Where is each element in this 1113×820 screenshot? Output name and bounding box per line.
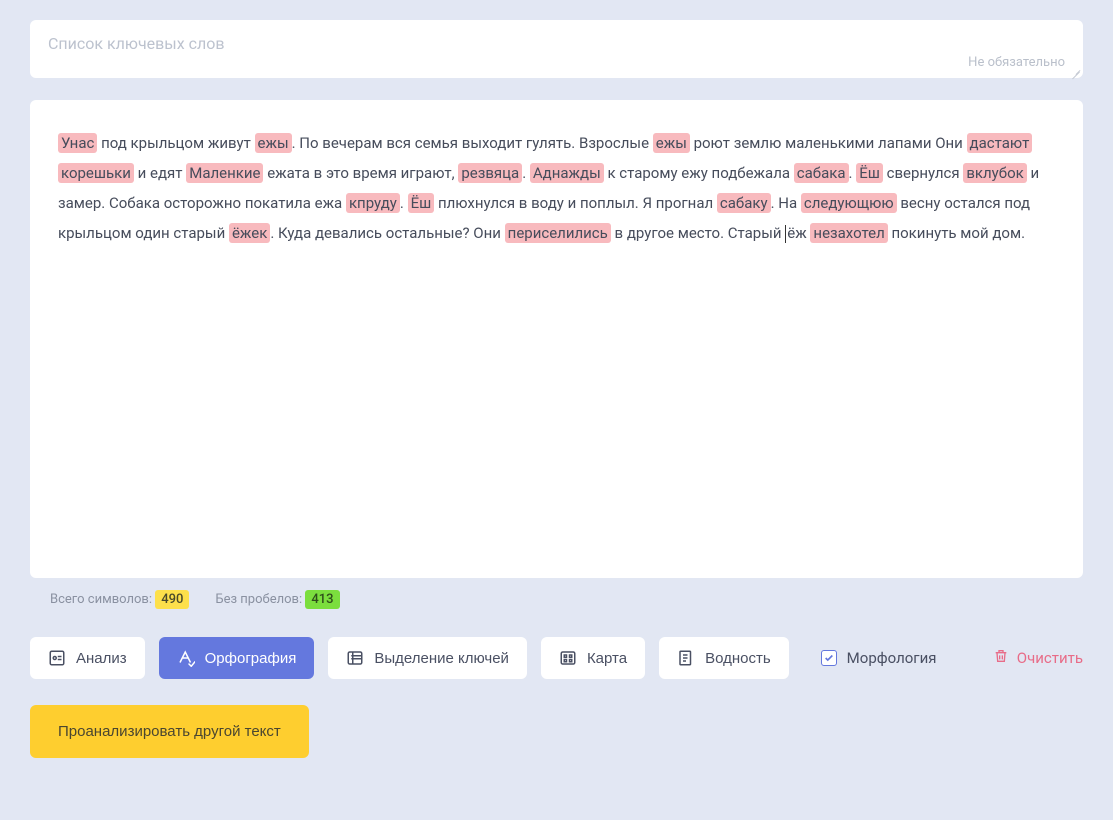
spelling-highlight[interactable]: следующюю: [801, 193, 897, 213]
resize-handle-icon[interactable]: [1071, 66, 1081, 76]
spelling-highlight[interactable]: Унас: [58, 133, 97, 153]
text-run: .: [400, 194, 408, 212]
text-run: .: [522, 164, 530, 182]
stat-nospaces: Без пробелов: 413: [215, 592, 339, 607]
spelling-highlight[interactable]: Ёш: [856, 163, 883, 183]
water-label: Водность: [705, 650, 771, 667]
keywords-input[interactable]: Список ключевых слов Не обязательно: [30, 20, 1083, 78]
text-run: в другое место. Старый: [611, 224, 785, 242]
spelling-highlight[interactable]: ёжек: [229, 223, 270, 243]
keys-icon: [346, 649, 364, 667]
spelling-highlight[interactable]: незахотел: [810, 223, 887, 243]
spelling-highlight[interactable]: Ёш: [408, 193, 435, 213]
spelling-label: Орфография: [205, 650, 297, 667]
map-button[interactable]: Карта: [541, 637, 645, 679]
water-button[interactable]: Водность: [659, 637, 789, 679]
text-run: к старому ежу подбежала: [604, 164, 794, 182]
text-run: плюхнулся в воду и поплыл. Я прогнал: [434, 194, 717, 212]
spelling-highlight[interactable]: ежы: [653, 133, 690, 153]
text-run: и едят: [134, 164, 186, 182]
keys-button[interactable]: Выделение ключей: [328, 637, 527, 679]
spelling-highlight[interactable]: Маленкие: [186, 163, 263, 183]
text-run: роют землю маленькими лапами Они: [690, 134, 967, 152]
text-run: ежата в это время играют,: [263, 164, 458, 182]
spelling-highlight[interactable]: дастают: [967, 133, 1033, 153]
analyze-other-button[interactable]: Проанализировать другой текст: [30, 705, 309, 758]
spelling-highlight[interactable]: вклубок: [963, 163, 1026, 183]
toolbar: Анализ Орфография Выделение ключей Карта…: [30, 637, 1083, 679]
clear-button[interactable]: Очистить: [993, 648, 1083, 668]
map-label: Карта: [587, 650, 627, 667]
spelling-highlight[interactable]: периселились: [505, 223, 611, 243]
spelling-highlight[interactable]: сабака: [794, 163, 849, 183]
keywords-placeholder: Список ключевых слов: [48, 34, 225, 53]
text-content-panel[interactable]: Унас под крыльцом живут ежы. По вечерам …: [30, 100, 1083, 578]
text-run: . По вечерам вся семья выходит гулять. В…: [292, 134, 653, 152]
trash-icon: [993, 648, 1009, 668]
spelling-highlight[interactable]: резвяца: [458, 163, 522, 183]
analysis-label: Анализ: [76, 650, 127, 667]
text-run: покинуть мой дом.: [888, 224, 1025, 242]
text-run: ёж: [787, 224, 810, 242]
text-run: . На: [771, 194, 801, 212]
stat-total-label: Всего символов:: [50, 592, 152, 607]
checkbox-checked-icon: [821, 650, 837, 666]
map-icon: [559, 649, 577, 667]
analysis-icon: [48, 649, 66, 667]
stats-row: Всего символов: 490 Без пробелов: 413: [30, 592, 1083, 607]
text-run: под крыльцом живут: [97, 134, 254, 152]
stat-nospaces-label: Без пробелов:: [215, 592, 302, 607]
spelling-button[interactable]: Орфография: [159, 637, 315, 679]
clear-label: Очистить: [1017, 649, 1083, 667]
stat-total-value: 490: [155, 590, 189, 609]
stat-nospaces-value: 413: [305, 590, 339, 609]
spelling-icon: [177, 649, 195, 667]
spelling-highlight[interactable]: сабаку: [717, 193, 771, 213]
keywords-optional-label: Не обязательно: [968, 55, 1065, 70]
text-run: . Куда девались остальные? Они: [270, 224, 504, 242]
keys-label: Выделение ключей: [374, 650, 509, 667]
analysis-button[interactable]: Анализ: [30, 637, 145, 679]
spelling-highlight[interactable]: ежы: [255, 133, 292, 153]
spelling-highlight[interactable]: Аднажды: [530, 163, 604, 183]
morphology-toggle[interactable]: Морфология: [821, 649, 937, 667]
water-icon: [677, 649, 695, 667]
stat-total: Всего символов: 490: [50, 592, 189, 607]
morphology-label: Морфология: [847, 649, 937, 667]
spelling-highlight[interactable]: кпруду: [346, 193, 400, 213]
spelling-highlight[interactable]: корешьки: [58, 163, 134, 183]
text-run: свернулся: [883, 164, 963, 182]
